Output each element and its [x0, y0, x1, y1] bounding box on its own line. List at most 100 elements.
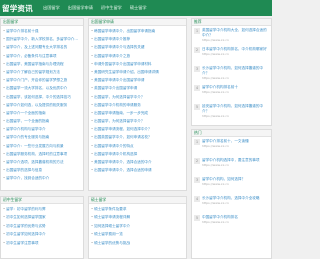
- list-item: 出国留学申请中介之旅: [91, 52, 184, 60]
- side-item-meta: https://www.xx.cn: [202, 163, 229, 167]
- side-item-title[interactable]: 延安留学中介机构，如何选择靠谱的中介？: [202, 104, 269, 113]
- side-item-thumb: 5: [194, 215, 200, 221]
- side-item-title[interactable]: 长沙留学中介机构，选择中介全攻略: [202, 196, 269, 201]
- list-item: 出国留学申请中介推荐: [91, 35, 184, 43]
- list-item: 如何选择硕士留学中介: [91, 222, 184, 230]
- side-item-thumb: 3: [194, 66, 200, 72]
- col2-list: 韩国留学申请中介，出国留学申请指南 出国留学申请中介推荐 出国留学申请中介与选择…: [89, 26, 186, 174]
- list-item: 出国留学，为何选择留学中介？: [91, 117, 184, 125]
- side-item-meta: https://www.xx.cn: [202, 113, 229, 118]
- side1-title: 推荐: [192, 19, 271, 26]
- side-item[interactable]: 5 中国留学中介机构排名 https://www.xx.cn: [192, 213, 271, 232]
- nav-item-masters[interactable]: 硕士留学: [130, 5, 147, 11]
- list-item: 出国留学申请中介，选择合适的申请: [91, 166, 184, 174]
- side-item-meta: https://www.xx.cn: [202, 220, 229, 224]
- list-item: 初中生如何选择留学国家: [3, 213, 81, 221]
- col2-box: 出国留学申请 韩国留学申请中介，出国留学申请指南 出国留学申请中介推荐 出国留学…: [88, 18, 187, 191]
- side2-title: 热门: [192, 130, 271, 137]
- list-item: 出国留学，美国留学指南与办理流程: [3, 60, 81, 68]
- side-item-title[interactable]: 中国留学中介机构排名: [202, 215, 269, 220]
- col1-list: 留学中介排名前十强 国外留学中介，新入学校排名，多留学中介… 留学中介，及上述问…: [1, 26, 83, 183]
- list-item: 出国留学，为何选择留学中介？: [91, 93, 184, 101]
- side-item-thumb: 3: [194, 177, 200, 183]
- side-item[interactable]: 1 留学中介排名前十，一文读懂 https://www.xx.cn: [192, 137, 271, 156]
- bottom2-title: 硕士留学: [89, 197, 186, 204]
- list-item: 留学中介一个全面的指南: [3, 109, 81, 117]
- side-item[interactable]: 2 留学中介机构选择中，要注意的事项 https://www.xx.cn: [192, 156, 271, 175]
- list-item: 美国留学申请中介出国留学申请: [91, 76, 184, 84]
- list-item: 初中生留学的优势与劣势: [3, 222, 81, 230]
- list-item: 留学中介的专业服务与指南: [3, 133, 81, 141]
- side-item-thumb: 1: [194, 139, 200, 145]
- header-bar: 留学资讯 出国留学 出国留学申请 初中生留学 硕士留学: [0, 0, 272, 16]
- side-item[interactable]: 3 留学中介机构，如何选择？ https://www.xx.cn: [192, 175, 271, 194]
- bottom1-box: 初中生留学 留学：初中留学的利与弊 初中生如何选择留学国家 初中生留学的优势与劣…: [0, 196, 84, 259]
- site-logo[interactable]: 留学资讯: [2, 3, 33, 14]
- list-item: 留学中介，及上述问题专业大学排名的: [3, 43, 81, 51]
- list-item: 出国留学中介机构的申请服务: [91, 101, 184, 109]
- list-item: 出国留学服务机构，选择时的注意事项: [3, 150, 81, 158]
- list-item: 留学中介如何选，以及提供的相关服务: [3, 101, 81, 109]
- list-item: 留学中介门户，开启你的留学梦想之旅: [3, 76, 81, 84]
- bottom2-box: 硕士留学 硕士留学条件及要求 硕士留学申请流程详解 如何选择硕士留学中介 硕士留…: [88, 196, 187, 259]
- list-item: 留学中介选项，选择靠谱机构的方法: [3, 158, 81, 166]
- list-item: 留学中介：一些行业发展方向与前景: [3, 142, 81, 150]
- nav-item-study-abroad[interactable]: 出国留学: [43, 5, 60, 11]
- list-item: 出国留学申请中介的特点: [91, 142, 184, 150]
- col2-title: 出国留学申请: [89, 19, 186, 26]
- list-item: 出国留学申请流程，如何选择中介？: [91, 125, 184, 133]
- side-item-title[interactable]: 留学中介机构选择中，要注意的事项: [202, 158, 269, 163]
- side-item-title[interactable]: 留学中介机构排名前十: [202, 85, 269, 90]
- side-item-meta: https://www.xx.cn: [202, 201, 229, 205]
- side-item-title[interactable]: 留学中介排名前十，一文读懂: [202, 139, 269, 144]
- list-item: 国外留学中介，新入学校排名，多留学中介…: [3, 35, 81, 43]
- list-item: 美国研究生留学申请介绍，出国申请详情: [91, 68, 184, 76]
- side-item[interactable]: 2 日本留学中介机构排名，中介机构哪家好 https://www.xx.cn: [192, 45, 271, 64]
- col1-box: 出国留学 留学中介排名前十强 国外留学中介，新入学校排名，多留学中介… 留学中介…: [0, 18, 84, 191]
- side-item-meta: https://www.xx.cn: [202, 75, 229, 80]
- side-item-thumb: 5: [194, 104, 200, 110]
- nav-item-application[interactable]: 出国留学申请: [68, 5, 93, 11]
- list-item: 留学中介，必备条件与注意事项: [3, 52, 81, 60]
- side-item-title[interactable]: 留学中介机构，如何选择？: [202, 177, 269, 182]
- nav-item-middle-school[interactable]: 初中生留学: [101, 5, 122, 11]
- side-item-title[interactable]: 长沙留学中介机构，如何选择靠谱的中介？: [202, 66, 269, 75]
- side-item-meta: https://www.xx.cn: [202, 182, 229, 186]
- side-item-thumb: 4: [194, 196, 200, 202]
- side-item[interactable]: 1 英国留学中介机构大全，如何选择合适的中介？ https://www.xx.c…: [192, 26, 271, 45]
- side-item-thumb: 4: [194, 85, 200, 91]
- list-item: 出国留学的选择与信息: [3, 166, 81, 174]
- list-item: 出国留学申请中介与选择的关键: [91, 43, 184, 51]
- side-item[interactable]: 3 长沙留学中介机构，如何选择靠谱的中介？ https://www.xx.cn: [192, 64, 271, 83]
- list-item: 英国留学中介出国留学申请: [91, 84, 184, 92]
- list-item: 留学中介排名前十强: [3, 27, 81, 35]
- list-item: 硕士留学申请流程详解: [91, 213, 184, 221]
- side1-box: 推荐 1 英国留学中介机构大全，如何选择合适的中介？ https://www.x…: [191, 18, 272, 126]
- bottom1-title: 初中生留学: [1, 197, 83, 204]
- list-item: 出国英国留学中介，如何申请名校？: [91, 133, 184, 141]
- side-item-thumb: 2: [194, 158, 200, 164]
- list-item: 申请外国留学中介出国留学申请材料: [91, 60, 184, 68]
- list-item: 初中生留学注意事项: [3, 239, 81, 247]
- side-item-title[interactable]: 日本留学中介机构排名，中介机构哪家好: [202, 47, 269, 52]
- list-item: 留学中介机构与留学中介: [3, 125, 81, 133]
- list-item: 出国留学申请指南，一步一步完成: [91, 109, 184, 117]
- list-item: 出国留学一流大学排名，以及优质中介: [3, 84, 81, 92]
- side-item[interactable]: 5 延安留学中介机构，如何选择靠谱的中介？ https://www.xx.cn: [192, 102, 271, 121]
- bottom2-list: 硕士留学条件及要求 硕士留学申请流程详解 如何选择硕士留学中介 硕士留学费用一览…: [89, 204, 186, 247]
- side-item[interactable]: 4 长沙留学中介机构，选择中介全攻略 https://www.xx.cn: [192, 194, 271, 213]
- list-item: 出国留学，一个全面的指南: [3, 117, 81, 125]
- list-item: 留学中介，找到合适的中介: [3, 174, 81, 182]
- side-item-meta: https://www.xx.cn: [202, 90, 229, 94]
- list-item: 留学中介了解自己的留学规划方法: [3, 68, 81, 76]
- list-item: 硕士留学费用一览: [91, 230, 184, 238]
- side-item-meta: https://www.xx.cn: [202, 52, 229, 56]
- list-item: 硕士留学的优势与挑战: [91, 239, 184, 247]
- side-item-title[interactable]: 英国留学中介机构大全，如何选择合适的中介？: [202, 28, 269, 37]
- side-item-meta: https://www.xx.cn: [202, 144, 229, 148]
- list-item: 出国留学申请中介机构选择: [91, 150, 184, 158]
- side-item[interactable]: 4 留学中介机构排名前十 https://www.xx.cn: [192, 83, 271, 102]
- main-nav: 出国留学 出国留学申请 初中生留学 硕士留学: [43, 5, 147, 11]
- bottom1-list: 留学：初中留学的利与弊 初中生如何选择留学国家 初中生留学的优势与劣势 初中生留…: [1, 204, 83, 247]
- side-item-meta: https://www.xx.cn: [202, 37, 229, 42]
